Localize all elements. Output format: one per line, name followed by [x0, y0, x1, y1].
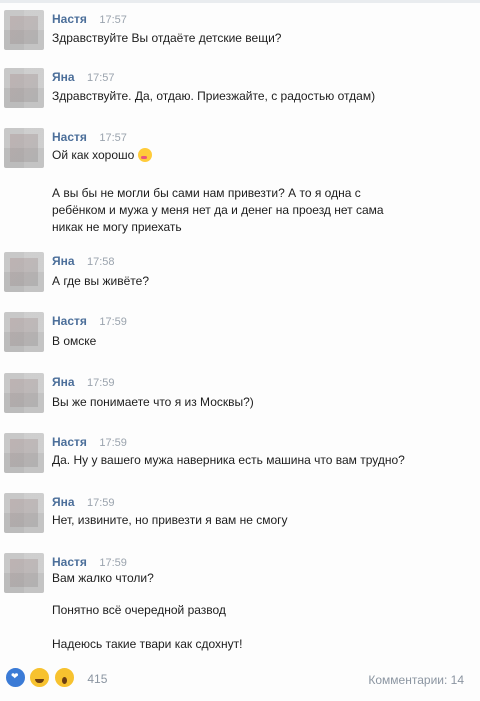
avatar[interactable]	[4, 68, 44, 108]
message-text: Вы же понимаете что я из Москвы?)	[52, 395, 254, 409]
message-text: Здравствуйте. Да, отдаю. Приезжайте, с р…	[52, 89, 376, 103]
message-header: Настя 17:59	[52, 553, 127, 571]
message-header: Настя 17:57	[52, 10, 127, 28]
message-text-part: Ой как хорошо	[52, 148, 135, 162]
author-name[interactable]: Яна	[52, 495, 75, 509]
message-text: А вы бы не могли бы сами нам привезти? А…	[52, 186, 361, 200]
author-name[interactable]: Настя	[52, 12, 87, 26]
message-text: Нет, извините, но привезти я вам не смог…	[52, 513, 288, 527]
message-time: 17:57	[99, 132, 127, 144]
comments-link[interactable]: Комментарии: 14	[368, 673, 464, 687]
message-time: 17:59	[87, 497, 115, 509]
author-name[interactable]: Настя	[52, 314, 87, 328]
avatar[interactable]	[4, 433, 44, 473]
message-text: Да. Ну у вашего мужа наверника есть маши…	[52, 453, 405, 467]
message-text: Ой как хорошо	[52, 148, 462, 163]
kissing-face-emoji-icon	[138, 148, 153, 162]
author-name[interactable]: Настя	[52, 130, 87, 144]
message-text: Вам жалко чтоли?	[52, 571, 154, 585]
message-time: 17:59	[99, 557, 127, 569]
avatar[interactable]	[4, 312, 44, 352]
message-header: Яна 17:58	[52, 252, 115, 270]
message-time: 17:57	[99, 14, 127, 26]
message-header: Яна 17:57	[52, 68, 115, 86]
post-screenshot: Настя 17:57 Здравствуйте Вы отдаёте детс…	[0, 0, 480, 701]
reactions-bar[interactable]: 415	[4, 666, 107, 689]
like-reaction-icon[interactable]	[4, 666, 27, 689]
avatar[interactable]	[4, 128, 44, 168]
author-name[interactable]: Яна	[52, 375, 75, 389]
message-text: Здравствуйте Вы отдаёте детские вещи?	[52, 31, 282, 45]
message-time: 17:59	[99, 437, 127, 449]
avatar[interactable]	[4, 493, 44, 533]
top-divider	[0, 0, 480, 3]
message-header: Настя 17:59	[52, 312, 127, 330]
message-text: А где вы живёте?	[52, 274, 150, 288]
message-text: ребёнком и мужа у меня нет да и денег на…	[52, 203, 384, 217]
message-header: Яна 17:59	[52, 493, 115, 511]
message-text: никак не могу приехать	[52, 220, 182, 234]
surprised-reaction-icon[interactable]	[52, 666, 76, 689]
message-header: Настя 17:59	[52, 433, 127, 451]
message-header: Яна 17:59	[52, 373, 115, 391]
message-time: 17:58	[87, 256, 115, 268]
avatar[interactable]	[4, 252, 44, 292]
avatar[interactable]	[4, 373, 44, 413]
author-name[interactable]: Настя	[52, 555, 87, 569]
author-name[interactable]: Яна	[52, 70, 75, 84]
post-footer: 415 Комментарии: 14	[0, 664, 480, 692]
message-time: 17:59	[99, 316, 127, 328]
author-name[interactable]: Настя	[52, 435, 87, 449]
avatar[interactable]	[4, 553, 44, 593]
message-text: В омске	[52, 334, 97, 348]
message-text: Надеюсь такие твари как сдохнут!	[52, 637, 243, 651]
message-header: Настя 17:57	[52, 128, 127, 146]
author-name[interactable]: Яна	[52, 254, 75, 268]
reactions-count[interactable]: 415	[87, 672, 107, 686]
message-text: Понятно всё очередной развод	[52, 603, 226, 617]
laughing-reaction-icon[interactable]	[28, 666, 52, 689]
message-time: 17:59	[87, 377, 115, 389]
avatar[interactable]	[4, 10, 44, 50]
message-time: 17:57	[87, 72, 115, 84]
